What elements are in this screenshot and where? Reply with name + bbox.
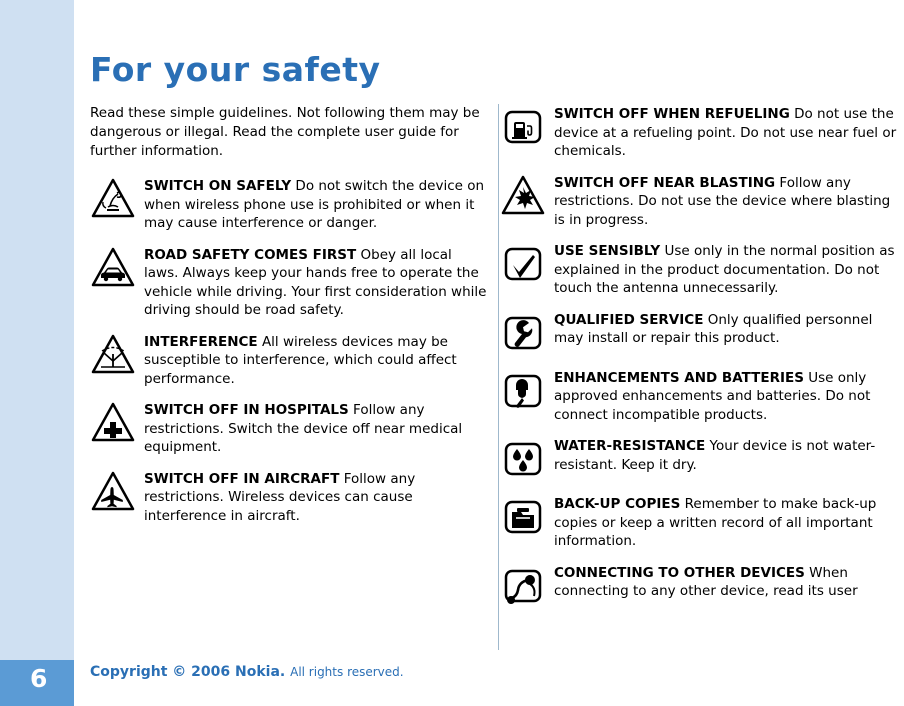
intro-paragraph: Read these simple guidelines. Not follow… — [90, 105, 480, 159]
safety-entry: SWITCH OFF NEAR BLASTING Follow any rest… — [500, 173, 900, 230]
entry-text: ROAD SAFETY COMES FIRST Obey all local l… — [144, 245, 490, 320]
footer: Copyright © 2006 Nokia. All rights reser… — [90, 664, 404, 680]
entry-heading: QUALIFIED SERVICE — [554, 311, 704, 328]
entry-text: ENHANCEMENTS AND BATTERIES Use only appr… — [554, 368, 900, 425]
left-column: SWITCH ON SAFELY Do not switch the devic… — [90, 176, 490, 537]
safety-entry: QUALIFIED SERVICE Only qualified personn… — [500, 310, 900, 356]
entry-heading: ROAD SAFETY COMES FIRST — [144, 246, 357, 263]
entry-heading: USE SENSIBLY — [554, 243, 661, 259]
safety-entry: WATER-RESISTANCE Your device is not wate… — [500, 436, 900, 482]
safety-entry: SWITCH ON SAFELY Do not switch the devic… — [90, 176, 490, 233]
entry-heading: SWITCH OFF IN AIRCRAFT — [144, 470, 340, 487]
rights-text: All rights reserved. — [290, 665, 404, 679]
safety-entry: BACK-UP COPIES Remember to make back-up … — [500, 494, 900, 551]
entry-heading: WATER-RESISTANCE — [554, 438, 706, 454]
page-number: 6 — [30, 664, 48, 693]
copyright-text: Copyright © 2006 Nokia. — [90, 664, 286, 680]
safety-entry: INTERFERENCE All wireless devices may be… — [90, 332, 490, 389]
entry-heading: SWITCH OFF IN HOSPITALS — [144, 402, 349, 418]
safety-entry: SWITCH OFF IN HOSPITALS Follow any restr… — [90, 400, 490, 457]
refueling-pump-icon — [500, 104, 546, 150]
column-divider — [498, 104, 499, 650]
entry-text: QUALIFIED SERVICE Only qualified personn… — [554, 310, 900, 348]
entry-text: BACK-UP COPIES Remember to make back-up … — [554, 494, 900, 551]
qualified-service-wrench-icon — [500, 310, 546, 356]
entry-heading: SWITCH OFF NEAR BLASTING — [554, 174, 776, 191]
entry-text: SWITCH OFF WHEN REFUELING Do not use the… — [554, 104, 900, 161]
safety-entry: SWITCH OFF WHEN REFUELING Do not use the… — [500, 104, 900, 161]
aircraft-icon — [90, 469, 136, 515]
safety-entry: USE SENSIBLY Use only in the normal posi… — [500, 241, 900, 298]
entry-heading: CONNECTING TO OTHER DEVICES — [554, 564, 805, 581]
document-page: 6 For your safety Read these simple guid… — [0, 0, 904, 706]
use-sensibly-check-icon — [500, 241, 546, 287]
entry-heading: INTERFERENCE — [144, 333, 258, 350]
interference-icon — [90, 332, 136, 378]
connect-other-devices-icon — [500, 563, 546, 609]
entry-text: SWITCH OFF NEAR BLASTING Follow any rest… — [554, 173, 900, 230]
enhancements-batteries-plug-icon — [500, 368, 546, 414]
entry-text: SWITCH OFF IN AIRCRAFT Follow any restri… — [144, 469, 490, 526]
safety-entry: ROAD SAFETY COMES FIRST Obey all local l… — [90, 245, 490, 320]
entry-text: CONNECTING TO OTHER DEVICES When connect… — [554, 563, 900, 601]
entry-text: SWITCH OFF IN HOSPITALS Follow any restr… — [144, 400, 490, 457]
entry-text: USE SENSIBLY Use only in the normal posi… — [554, 241, 900, 298]
entry-text: SWITCH ON SAFELY Do not switch the devic… — [144, 176, 490, 233]
right-column: SWITCH OFF WHEN REFUELING Do not use the… — [500, 104, 900, 621]
safety-entry: SWITCH OFF IN AIRCRAFT Follow any restri… — [90, 469, 490, 526]
hospital-cross-icon — [90, 400, 136, 446]
switch-on-safely-icon — [90, 176, 136, 222]
left-band-light — [0, 0, 74, 660]
entry-heading: ENHANCEMENTS AND BATTERIES — [554, 369, 804, 386]
entry-heading: SWITCH ON SAFELY — [144, 178, 292, 194]
entry-text: WATER-RESISTANCE Your device is not wate… — [554, 436, 900, 474]
backup-copies-icon — [500, 494, 546, 540]
blasting-explosion-icon — [500, 173, 546, 219]
left-margin-band — [0, 0, 74, 706]
entry-text: INTERFERENCE All wireless devices may be… — [144, 332, 490, 389]
safety-entry: ENHANCEMENTS AND BATTERIES Use only appr… — [500, 368, 900, 425]
entry-heading: BACK-UP COPIES — [554, 496, 681, 512]
entry-heading: SWITCH OFF WHEN REFUELING — [554, 106, 790, 122]
water-resistance-drops-icon — [500, 436, 546, 482]
road-safety-car-icon — [90, 245, 136, 291]
safety-entry: CONNECTING TO OTHER DEVICES When connect… — [500, 563, 900, 609]
page-title: For your safety — [90, 50, 381, 89]
